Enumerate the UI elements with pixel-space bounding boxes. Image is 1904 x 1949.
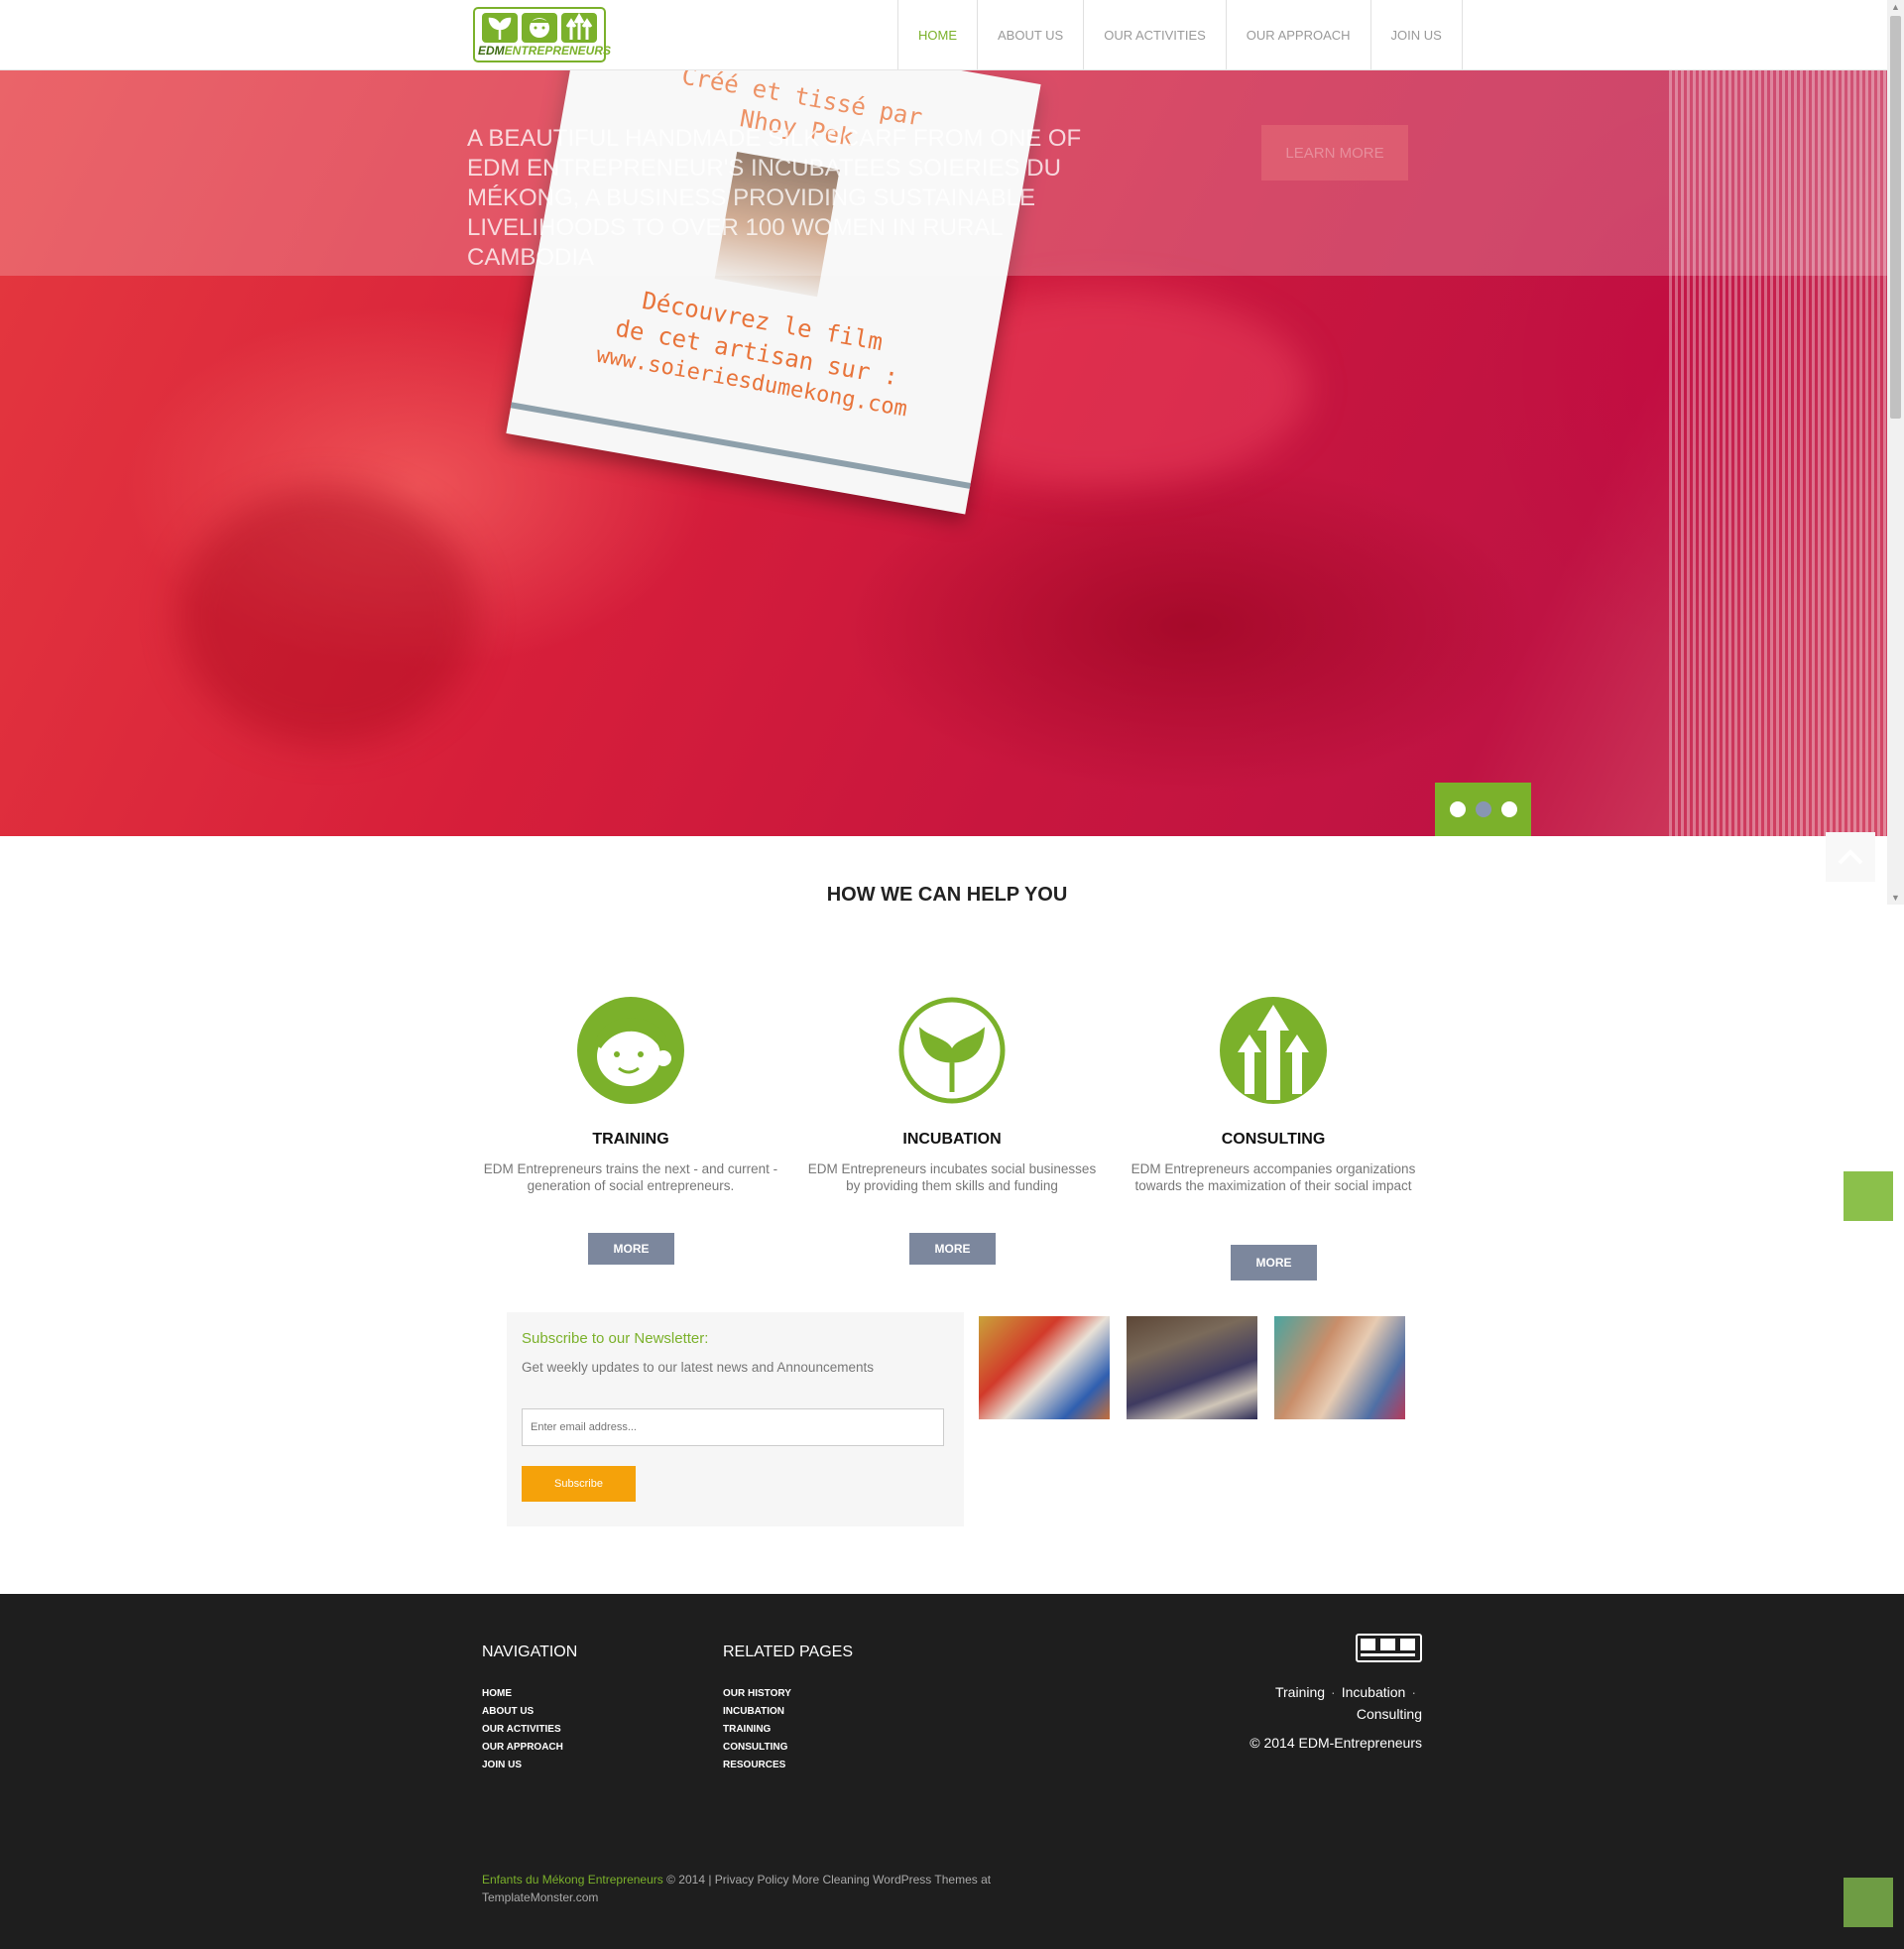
footer-related-our-history[interactable]: OUR HISTORY bbox=[723, 1685, 791, 1703]
arrows-up-icon bbox=[561, 13, 597, 43]
arrows-up-icon bbox=[1220, 997, 1327, 1104]
nav-item-home[interactable]: HOME bbox=[898, 0, 978, 69]
footer-service-training[interactable]: Training bbox=[1275, 1684, 1325, 1700]
training-more-button[interactable]: MORE bbox=[588, 1233, 674, 1265]
consulting-more-button[interactable]: MORE bbox=[1231, 1245, 1317, 1280]
footer-related-title: RELATED PAGES bbox=[723, 1644, 853, 1660]
bottom-widget-button[interactable] bbox=[1844, 1878, 1893, 1927]
slider-dot-3[interactable] bbox=[1500, 801, 1517, 817]
scroll-thumb[interactable] bbox=[1890, 16, 1901, 419]
site-logo[interactable]: EDMENTREPRENEURS bbox=[473, 7, 611, 62]
footer-nav-join-us[interactable]: JOIN US bbox=[482, 1757, 563, 1774]
page-scrollbar[interactable]: ▲ ▼ bbox=[1887, 0, 1904, 905]
site-header: EDMENTREPRENEURS HOME ABOUT US OUR ACTIV… bbox=[0, 0, 1887, 70]
newsletter-title: Subscribe to our Newsletter: bbox=[522, 1330, 709, 1347]
subscribe-button[interactable]: Subscribe bbox=[522, 1466, 636, 1502]
footer-bottom-text: Enfants du Mékong Entrepreneurs © 2014 |… bbox=[482, 1871, 998, 1906]
section-title: HOW WE CAN HELP YOU bbox=[826, 884, 1068, 906]
logo-text-edm: EDM bbox=[478, 44, 505, 58]
service-desc: EDM Entrepreneurs incubates social busin… bbox=[807, 1161, 1097, 1193]
service-desc: EDM Entrepreneurs accompanies organizati… bbox=[1130, 1161, 1416, 1193]
footer-brand-link[interactable]: Enfants du Mékong Entrepreneurs bbox=[482, 1873, 663, 1887]
service-name: TRAINING bbox=[592, 1131, 669, 1148]
logo-text: EDMENTREPRENEURS bbox=[478, 44, 611, 58]
sprout-icon bbox=[482, 13, 518, 43]
nav-item-join-us[interactable]: JOIN US bbox=[1371, 0, 1463, 69]
logo-icons bbox=[482, 13, 597, 43]
silk-fold-shadow bbox=[178, 487, 476, 745]
nav-item-about-us[interactable]: ABOUT US bbox=[978, 0, 1085, 69]
service-training: TRAINING EDM Entrepreneurs trains the ne… bbox=[482, 997, 779, 1194]
footer-nav-about-us[interactable]: ABOUT US bbox=[482, 1703, 563, 1721]
footer-navigation-title: NAVIGATION bbox=[482, 1644, 578, 1660]
footer-nav-our-approach[interactable]: OUR APPROACH bbox=[482, 1739, 563, 1757]
footer-nav-home[interactable]: HOME bbox=[482, 1685, 563, 1703]
service-consulting: CONSULTING EDM Entrepreneurs accompanies… bbox=[1125, 997, 1422, 1194]
back-to-top-button[interactable] bbox=[1826, 832, 1875, 882]
slider-dot-2[interactable] bbox=[1475, 801, 1491, 817]
footer-related-consulting[interactable]: CONSULTING bbox=[723, 1739, 791, 1757]
slider-dot-1[interactable] bbox=[1449, 801, 1466, 817]
gallery-image-classroom[interactable] bbox=[1127, 1316, 1257, 1419]
hero-slider: Créé et tissé par Nhoy Pek Découvrez le … bbox=[0, 70, 1887, 836]
nav-item-our-approach[interactable]: OUR APPROACH bbox=[1227, 0, 1371, 69]
separator: · bbox=[1411, 1684, 1416, 1700]
footer-copyright: © 2014 EDM-Entrepreneurs bbox=[1250, 1735, 1422, 1751]
footer-related-incubation[interactable]: INCUBATION bbox=[723, 1703, 791, 1721]
footer-service-incubation[interactable]: Incubation bbox=[1342, 1684, 1406, 1700]
scroll-up-arrow-icon[interactable]: ▲ bbox=[1891, 2, 1900, 12]
face-icon bbox=[522, 13, 557, 43]
logo-text-entrepreneurs: ENTREPRENEURS bbox=[504, 44, 612, 58]
footer-services: Training · Incubation · Consulting bbox=[1170, 1681, 1422, 1725]
footer-service-consulting[interactable]: Consulting bbox=[1357, 1706, 1422, 1722]
incubation-more-button[interactable]: MORE bbox=[909, 1233, 996, 1265]
service-name: INCUBATION bbox=[902, 1131, 1002, 1148]
service-name: CONSULTING bbox=[1221, 1131, 1326, 1148]
footer-logo[interactable] bbox=[1356, 1634, 1422, 1662]
slider-pager bbox=[1435, 783, 1531, 836]
footer-navigation-list: HOME ABOUT US OUR ACTIVITIES OUR APPROAC… bbox=[482, 1685, 563, 1774]
footer-related-resources[interactable]: RESOURCES bbox=[723, 1757, 791, 1774]
email-input[interactable] bbox=[522, 1408, 944, 1446]
sprout-icon bbox=[898, 997, 1006, 1104]
main-nav: HOME ABOUT US OUR ACTIVITIES OUR APPROAC… bbox=[897, 0, 1463, 69]
scroll-down-arrow-icon[interactable]: ▼ bbox=[1891, 893, 1900, 903]
gallery-image-children-2[interactable] bbox=[1274, 1316, 1405, 1419]
newsletter-box: Subscribe to our Newsletter: Get weekly … bbox=[507, 1312, 964, 1526]
footer-related-list: OUR HISTORY INCUBATION TRAINING CONSULTI… bbox=[723, 1685, 791, 1774]
learn-more-button[interactable]: LEARN MORE bbox=[1261, 125, 1408, 181]
separator: · bbox=[1331, 1684, 1336, 1700]
side-widget-button[interactable] bbox=[1844, 1171, 1893, 1221]
chevron-up-icon bbox=[1838, 849, 1863, 865]
footer-nav-our-activities[interactable]: OUR ACTIVITIES bbox=[482, 1721, 563, 1739]
service-incubation: INCUBATION EDM Entrepreneurs incubates s… bbox=[803, 997, 1101, 1194]
footer-related-training[interactable]: TRAINING bbox=[723, 1721, 791, 1739]
site-footer: NAVIGATION HOME ABOUT US OUR ACTIVITIES … bbox=[0, 1594, 1904, 1949]
gallery-image-children-1[interactable] bbox=[979, 1316, 1110, 1419]
hero-caption: A beautiful handmade silk scarf from one… bbox=[467, 125, 1082, 271]
newsletter-text: Get weekly updates to our latest news an… bbox=[522, 1360, 874, 1375]
service-desc: EDM Entrepreneurs trains the next - and … bbox=[483, 1161, 778, 1193]
nav-item-our-activities[interactable]: OUR ACTIVITIES bbox=[1084, 0, 1227, 69]
face-icon bbox=[577, 997, 684, 1104]
